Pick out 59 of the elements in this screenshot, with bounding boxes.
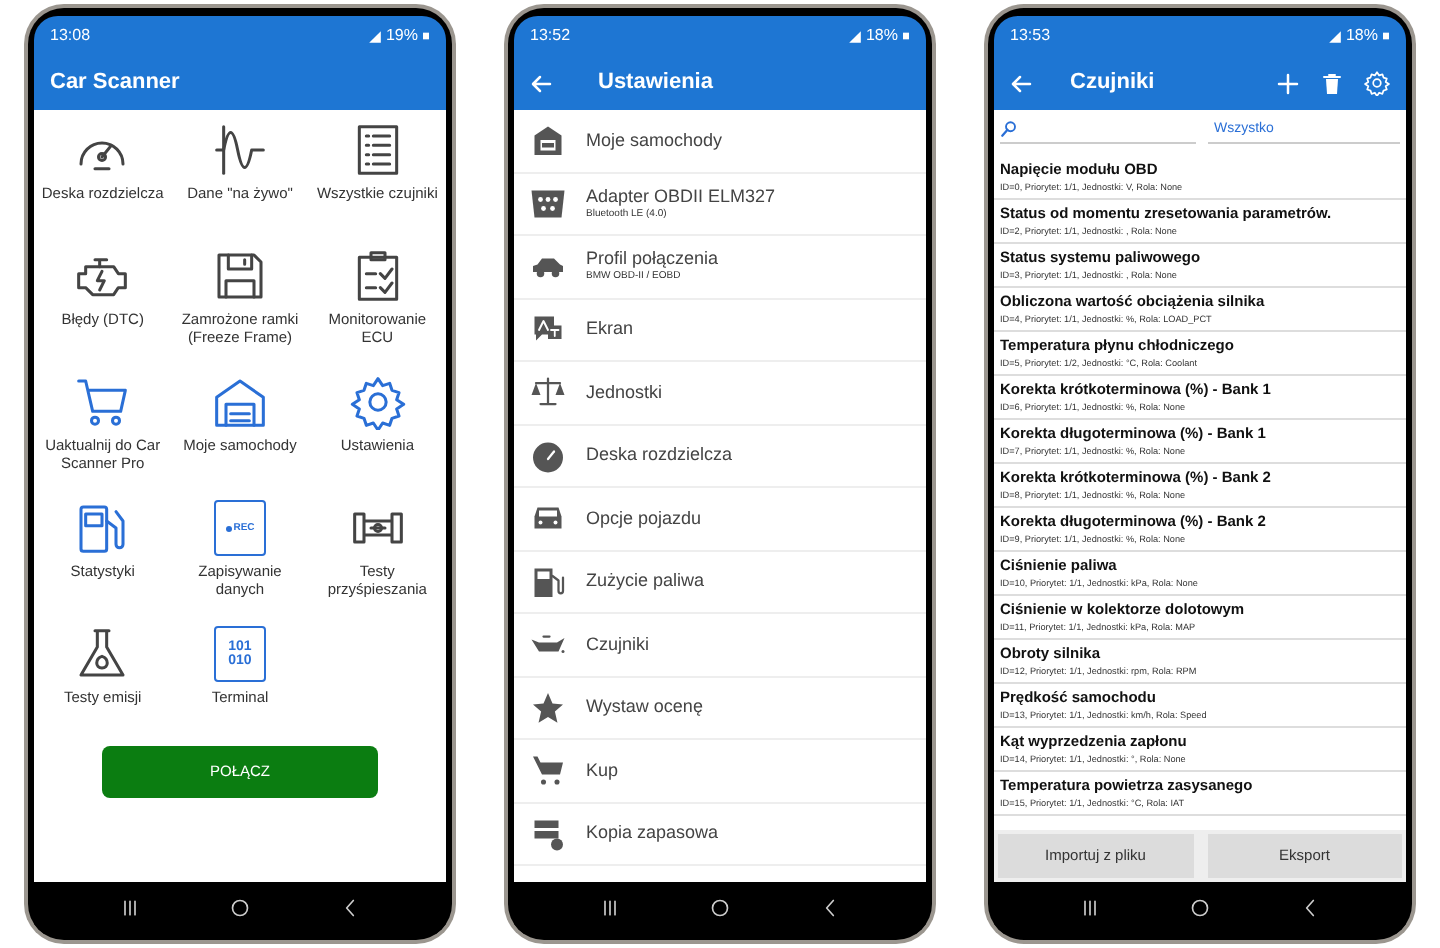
status-time: 13:08 [50, 24, 91, 48]
settings-icon [349, 374, 406, 430]
recent-apps-icon[interactable] [599, 898, 620, 918]
scales-icon [530, 374, 566, 411]
app-title: Car Scanner [50, 68, 180, 99]
item-label: Deska rozdzielcza [586, 444, 733, 467]
battery-percent: 18% [865, 24, 898, 48]
item-label: Kopia zapasowa [586, 822, 719, 845]
cart-icon [74, 374, 131, 430]
settings-item[interactable]: Wystaw ocenę [514, 677, 926, 740]
wave-icon [211, 122, 268, 178]
back-arrow-icon[interactable] [1010, 71, 1034, 95]
battery-percent: 19% [385, 24, 418, 48]
recent-apps-icon[interactable] [119, 898, 140, 918]
signal-icon [847, 29, 862, 43]
settings-item[interactable]: Moje samochody [514, 110, 926, 173]
recent-apps-icon[interactable] [1079, 898, 1100, 918]
settings-item[interactable]: Kopia zapasowa [514, 803, 926, 866]
home-icon[interactable] [709, 898, 730, 918]
item-label: Jednostki [586, 381, 663, 404]
garage-icon [211, 374, 268, 430]
settings-item[interactable]: Opcje pojazdu [514, 488, 926, 551]
screen-title: Ustawienia [598, 68, 713, 99]
item-label: Profil połączenia [586, 248, 719, 271]
home-icon[interactable] [1189, 898, 1210, 918]
item-label: Zużycie paliwa [586, 570, 705, 593]
add-icon[interactable] [1276, 71, 1300, 95]
search-icon [1000, 120, 1018, 138]
screen-title: Czujniki [1070, 68, 1157, 99]
settings-icon[interactable] [1364, 70, 1390, 96]
status-time: 13:53 [1010, 24, 1051, 48]
item-label: Adapter OBDII ELM327 [586, 185, 776, 208]
item-label: Moje samochody [586, 129, 723, 152]
status-time: 13:52 [530, 24, 571, 48]
delete-icon[interactable] [1320, 71, 1344, 95]
item-label: Opcje pojazdu [586, 507, 702, 530]
settings-item[interactable]: Kup [514, 740, 926, 803]
item-label: Wystaw ocenę [586, 696, 703, 719]
search-field[interactable] [1000, 116, 1196, 144]
fuel-pump-icon [530, 563, 566, 600]
settings-item[interactable]: Jednostki [514, 362, 926, 425]
gauge-icon [530, 437, 566, 474]
signal-icon [367, 29, 382, 43]
item-label: Kup [586, 759, 619, 782]
garage-icon [530, 122, 566, 159]
battery-percent: 18% [1345, 24, 1378, 48]
settings-item[interactable]: Zużycie paliwa [514, 551, 926, 614]
settings-item[interactable]: Ekran [514, 299, 926, 362]
fuel-pump-icon [74, 500, 131, 556]
settings-item[interactable]: Deska rozdzielcza [514, 425, 926, 488]
item-label: Ekran [586, 318, 634, 341]
settings-item[interactable]: Czujniki [514, 614, 926, 677]
back-arrow-icon[interactable] [530, 71, 554, 95]
item-label: Czujniki [586, 633, 650, 656]
cart-icon [530, 752, 566, 789]
home-icon[interactable] [229, 898, 250, 918]
signal-icon [1327, 29, 1342, 43]
connector-icon [530, 185, 566, 222]
star-icon [530, 689, 566, 726]
